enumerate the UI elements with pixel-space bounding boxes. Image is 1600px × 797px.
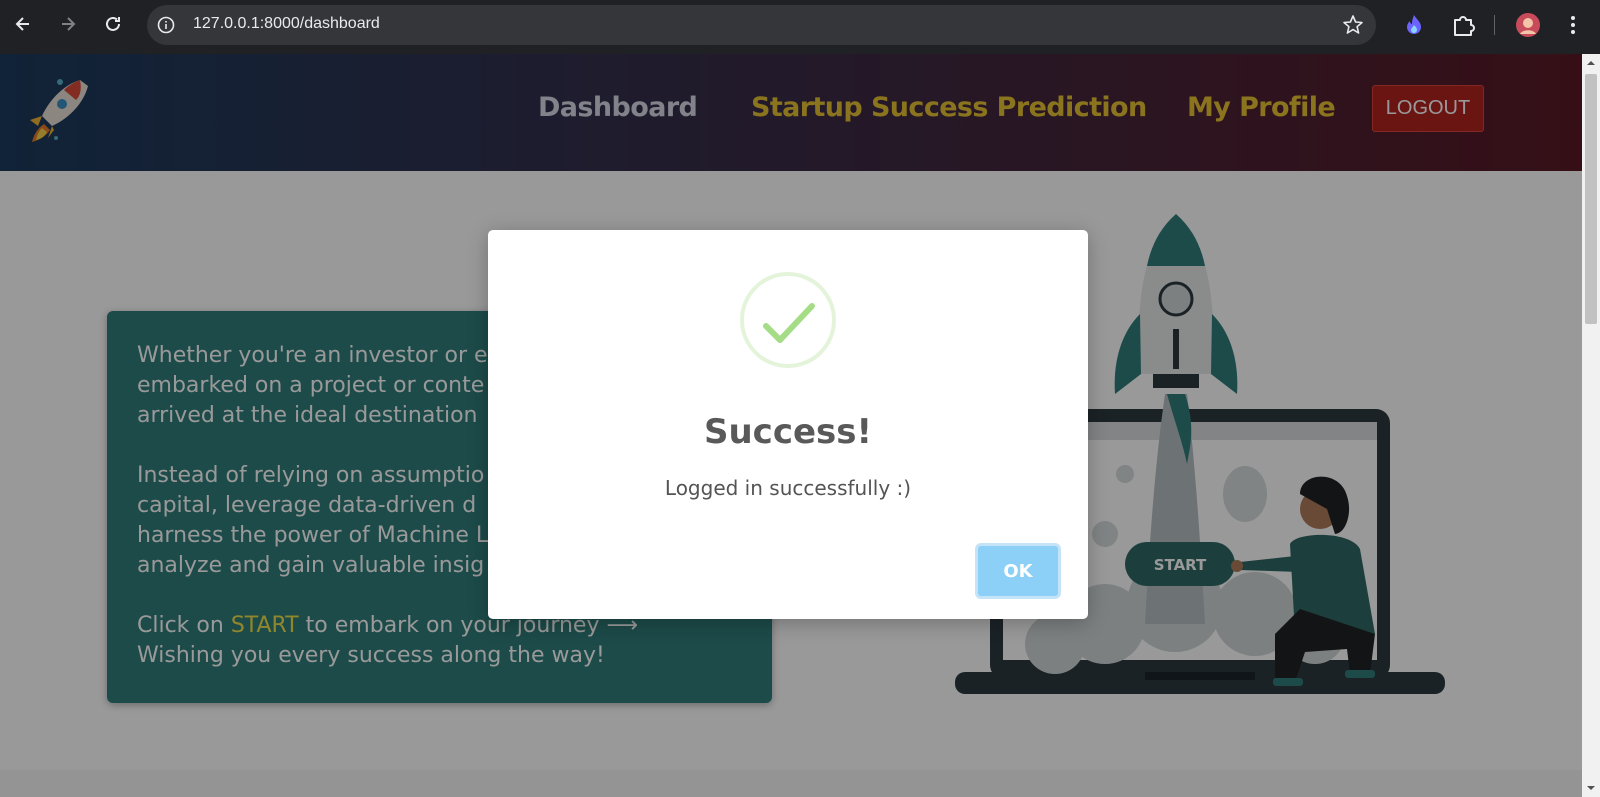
scroll-up-arrow-icon[interactable] — [1586, 58, 1596, 68]
dialog-message: Logged in successfully :) — [664, 476, 912, 500]
success-dialog: Success! Logged in successfully :) OK — [488, 230, 1088, 619]
dialog-title: Success! — [703, 412, 873, 452]
site-info-icon[interactable] — [157, 16, 175, 34]
ok-button[interactable]: OK — [975, 543, 1061, 599]
toolbar-separator — [1494, 15, 1495, 35]
forward-icon[interactable] — [55, 11, 81, 37]
url-text[interactable]: 127.0.0.1:8000/dashboard — [193, 15, 380, 33]
profile-avatar[interactable] — [1515, 12, 1541, 38]
scroll-down-arrow-icon[interactable] — [1586, 783, 1596, 793]
extension-flame-icon[interactable] — [1401, 12, 1427, 38]
page-scrollbar[interactable] — [1582, 54, 1600, 797]
browser-toolbar: 127.0.0.1:8000/dashboard — [0, 0, 1600, 54]
back-icon[interactable] — [10, 11, 36, 37]
page-viewport: Dashboard Startup Success Prediction My … — [0, 54, 1582, 797]
extensions-puzzle-icon[interactable] — [1450, 12, 1476, 38]
browser-menu-icon[interactable] — [1560, 12, 1586, 38]
success-check-icon — [740, 272, 836, 368]
bookmark-star-icon[interactable] — [1342, 14, 1364, 36]
address-bar[interactable]: 127.0.0.1:8000/dashboard — [147, 5, 1376, 45]
reload-icon[interactable] — [100, 11, 126, 37]
scrollbar-thumb[interactable] — [1585, 74, 1597, 324]
